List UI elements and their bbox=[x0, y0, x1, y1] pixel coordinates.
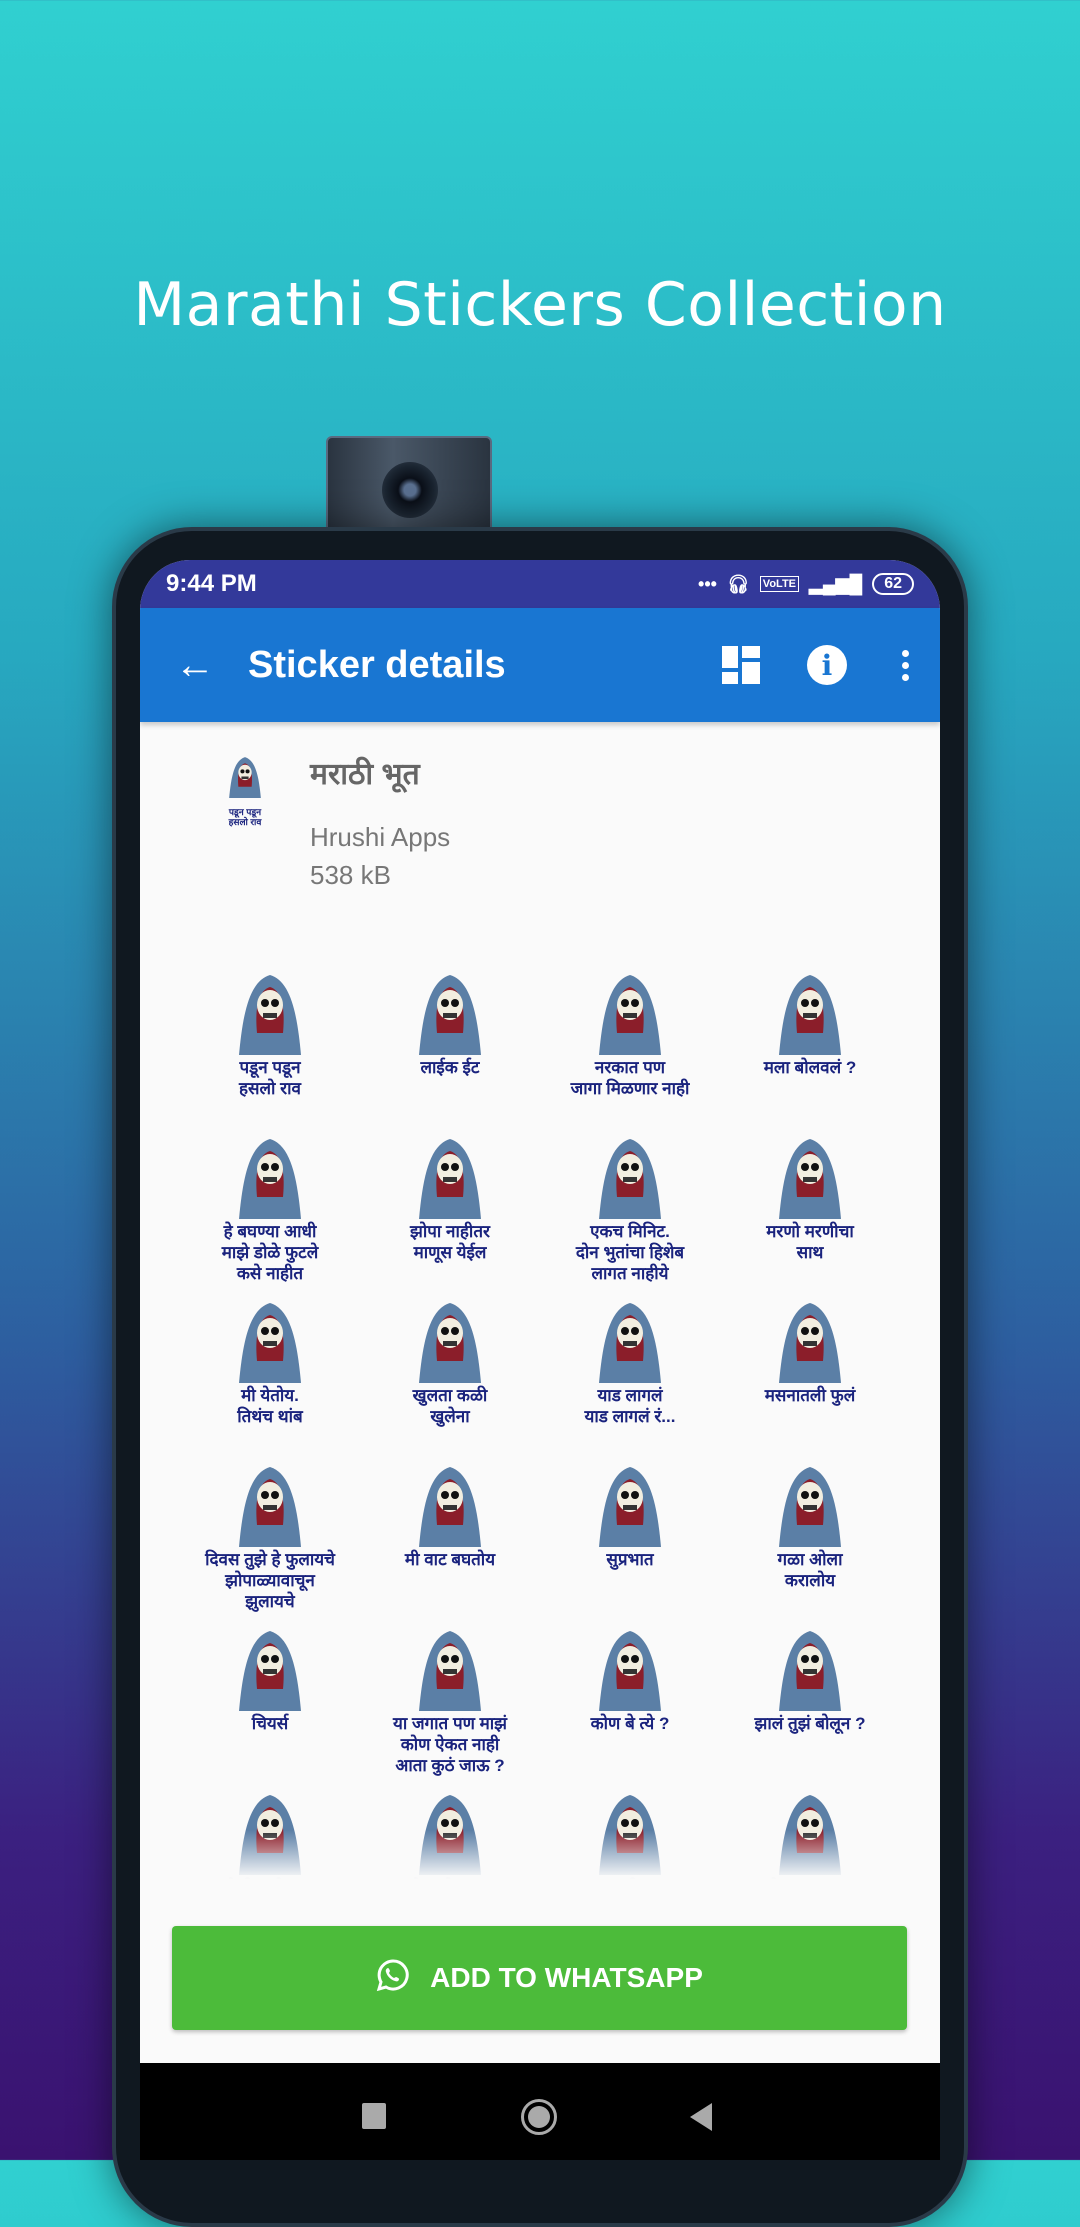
sticker-item[interactable]: कोण बे त्ये ? bbox=[540, 1619, 720, 1783]
sticker-item[interactable]: मी वाट बघतोय bbox=[360, 1455, 540, 1619]
sticker-image bbox=[419, 975, 481, 1055]
sticker-item[interactable]: मला बोलवलं ? bbox=[720, 963, 900, 1127]
camera-lens-icon bbox=[382, 462, 438, 518]
notification-dots: ••• bbox=[698, 573, 717, 594]
sticker-caption: मी वाट बघतोय bbox=[404, 1550, 496, 1569]
sticker-item[interactable]: याड लागलं याड लागलं रं... bbox=[540, 1291, 720, 1455]
sticker-caption: दिवस तुझे हे फुलायचे झोपाळ्यावाचून झुलाय… bbox=[205, 1550, 335, 1611]
sticker-item[interactable]: लाईक ईट bbox=[360, 963, 540, 1127]
page-title: Sticker details bbox=[248, 643, 506, 686]
signal-icon: ▂▄▆█ bbox=[809, 573, 863, 594]
recents-icon[interactable] bbox=[362, 2103, 386, 2129]
sticker-item[interactable]: गळा ओला करालोय bbox=[720, 1455, 900, 1619]
sticker-image bbox=[599, 1631, 661, 1711]
sticker-caption: झोपा नाहीतर माणूस येईल bbox=[410, 1222, 490, 1262]
sticker-image bbox=[419, 1631, 481, 1711]
promo-headline: Marathi Stickers Collection bbox=[133, 270, 947, 340]
sticker-caption: चियर्स bbox=[251, 1714, 289, 1733]
add-button-label: ADD TO WHATSAPP bbox=[430, 1962, 703, 1993]
tray-caption: पडून पडून हसलो राव bbox=[228, 807, 262, 827]
status-time: 9:44 PM bbox=[166, 570, 257, 597]
sticker-caption: गळा ओला करालोय bbox=[777, 1550, 843, 1590]
volte-icon: VoLTE bbox=[759, 576, 799, 592]
sticker-image bbox=[599, 1467, 661, 1547]
sticker-caption: झालं तुझं बोलून ? bbox=[754, 1714, 866, 1733]
sticker-item[interactable]: झोपा नाहीतर माणूस येईल bbox=[360, 1127, 540, 1291]
sticker-image bbox=[419, 1139, 481, 1219]
sticker-image bbox=[779, 1139, 841, 1219]
pack-size: 538 kB bbox=[310, 860, 391, 890]
sticker-item[interactable]: या जगात पण माझं कोण ऐकत नाही आता कुठं जा… bbox=[360, 1619, 540, 1783]
sticker-image bbox=[779, 975, 841, 1055]
sticker-item[interactable]: मरणो मरणीचा साथ bbox=[720, 1127, 900, 1291]
add-to-whatsapp-button[interactable]: ADD TO WHATSAPP bbox=[172, 1926, 907, 2030]
dashboard-icon[interactable] bbox=[698, 646, 784, 684]
sticker-image bbox=[239, 1631, 301, 1711]
sticker-caption: याड लागलं याड लागलं रं... bbox=[584, 1386, 676, 1426]
sticker-image bbox=[239, 1303, 301, 1383]
sticker-item[interactable]: झालं तुझं बोलून ? bbox=[720, 1619, 900, 1783]
sticker-image bbox=[239, 1139, 301, 1219]
home-icon[interactable] bbox=[521, 2099, 557, 2135]
sticker-image bbox=[599, 975, 661, 1055]
sticker-caption: मला बोलवलं ? bbox=[763, 1058, 857, 1077]
sticker-image bbox=[419, 1303, 481, 1383]
sticker-caption: कोण बे त्ये ? bbox=[590, 1714, 670, 1733]
scroll-fade bbox=[140, 1830, 940, 1900]
pack-header: पडून पडून हसलो राव मराठी भूत Hrushi Apps… bbox=[140, 722, 940, 952]
phone-screen: 9:44 PM ••• 🎧︎ VoLTE ▂▄▆█ 62 ← Sticker d… bbox=[140, 560, 940, 2160]
sticker-item[interactable]: सुप्रभात bbox=[540, 1455, 720, 1619]
back-icon[interactable] bbox=[690, 2103, 712, 2131]
sticker-image bbox=[599, 1139, 661, 1219]
skeleton-image bbox=[229, 757, 261, 798]
sticker-image bbox=[779, 1631, 841, 1711]
sticker-item[interactable]: एकच मिनिट. दोन भुतांचा हिशेब लागत नाहीये bbox=[540, 1127, 720, 1291]
sticker-caption: खुलता कळी खुलेना bbox=[412, 1386, 488, 1426]
info-icon[interactable]: i bbox=[784, 645, 870, 685]
sticker-image bbox=[599, 1303, 661, 1383]
sticker-item[interactable]: चियर्स bbox=[180, 1619, 360, 1783]
pack-name: मराठी भूत bbox=[310, 758, 420, 791]
sticker-caption: सुप्रभात bbox=[606, 1550, 654, 1569]
back-arrow-icon[interactable]: ← bbox=[140, 643, 250, 688]
sticker-caption: मी येतोय. तिथंच थांब bbox=[237, 1386, 303, 1426]
headset-icon: 🎧︎ bbox=[726, 573, 750, 594]
status-bar: 9:44 PM ••• 🎧︎ VoLTE ▂▄▆█ 62 bbox=[140, 560, 940, 608]
sticker-caption: या जगात पण माझं कोण ऐकत नाही आता कुठं जा… bbox=[392, 1714, 508, 1775]
navigation-bar bbox=[140, 2063, 940, 2160]
pack-publisher: Hrushi Apps bbox=[310, 822, 451, 852]
app-bar: ← Sticker details i bbox=[140, 608, 940, 722]
sticker-image bbox=[419, 1467, 481, 1547]
sticker-caption: मरणो मरणीचा साथ bbox=[766, 1222, 854, 1262]
tray-icon: पडून पडून हसलो राव bbox=[210, 752, 280, 832]
sticker-image bbox=[779, 1467, 841, 1547]
sticker-image bbox=[779, 1303, 841, 1383]
popup-camera bbox=[326, 436, 492, 532]
sticker-caption: पडून पडून हसलो राव bbox=[239, 1058, 301, 1098]
sticker-item[interactable]: नरकात पण जागा मिळणार नाही bbox=[540, 963, 720, 1127]
sticker-caption: मसनातली फुलं bbox=[764, 1386, 856, 1405]
sticker-caption: हे बघण्या आधी माझे डोळे फुटले कसे नाहीत bbox=[221, 1222, 319, 1283]
sticker-grid: पडून पडून हसलो राव लाईक ईट नरकात पण जागा म… bbox=[180, 963, 900, 1947]
battery-indicator: 62 bbox=[872, 573, 914, 595]
sticker-item[interactable]: दिवस तुझे हे फुलायचे झोपाळ्यावाचून झुलाय… bbox=[180, 1455, 360, 1619]
sticker-item[interactable]: खुलता कळी खुलेना bbox=[360, 1291, 540, 1455]
sticker-caption: एकच मिनिट. दोन भुतांचा हिशेब लागत नाहीये bbox=[575, 1222, 685, 1283]
sticker-caption: लाईक ईट bbox=[420, 1058, 480, 1077]
sticker-item[interactable]: हे बघण्या आधी माझे डोळे फुटले कसे नाहीत bbox=[180, 1127, 360, 1291]
sticker-image bbox=[239, 1467, 301, 1547]
whatsapp-icon bbox=[376, 1958, 410, 1999]
sticker-item[interactable]: मी येतोय. तिथंच थांब bbox=[180, 1291, 360, 1455]
sticker-item[interactable]: मसनातली फुलं bbox=[720, 1291, 900, 1455]
sticker-image bbox=[239, 975, 301, 1055]
more-vert-icon[interactable] bbox=[870, 649, 940, 681]
sticker-caption: नरकात पण जागा मिळणार नाही bbox=[570, 1058, 690, 1098]
sticker-item[interactable]: पडून पडून हसलो राव bbox=[180, 963, 360, 1127]
